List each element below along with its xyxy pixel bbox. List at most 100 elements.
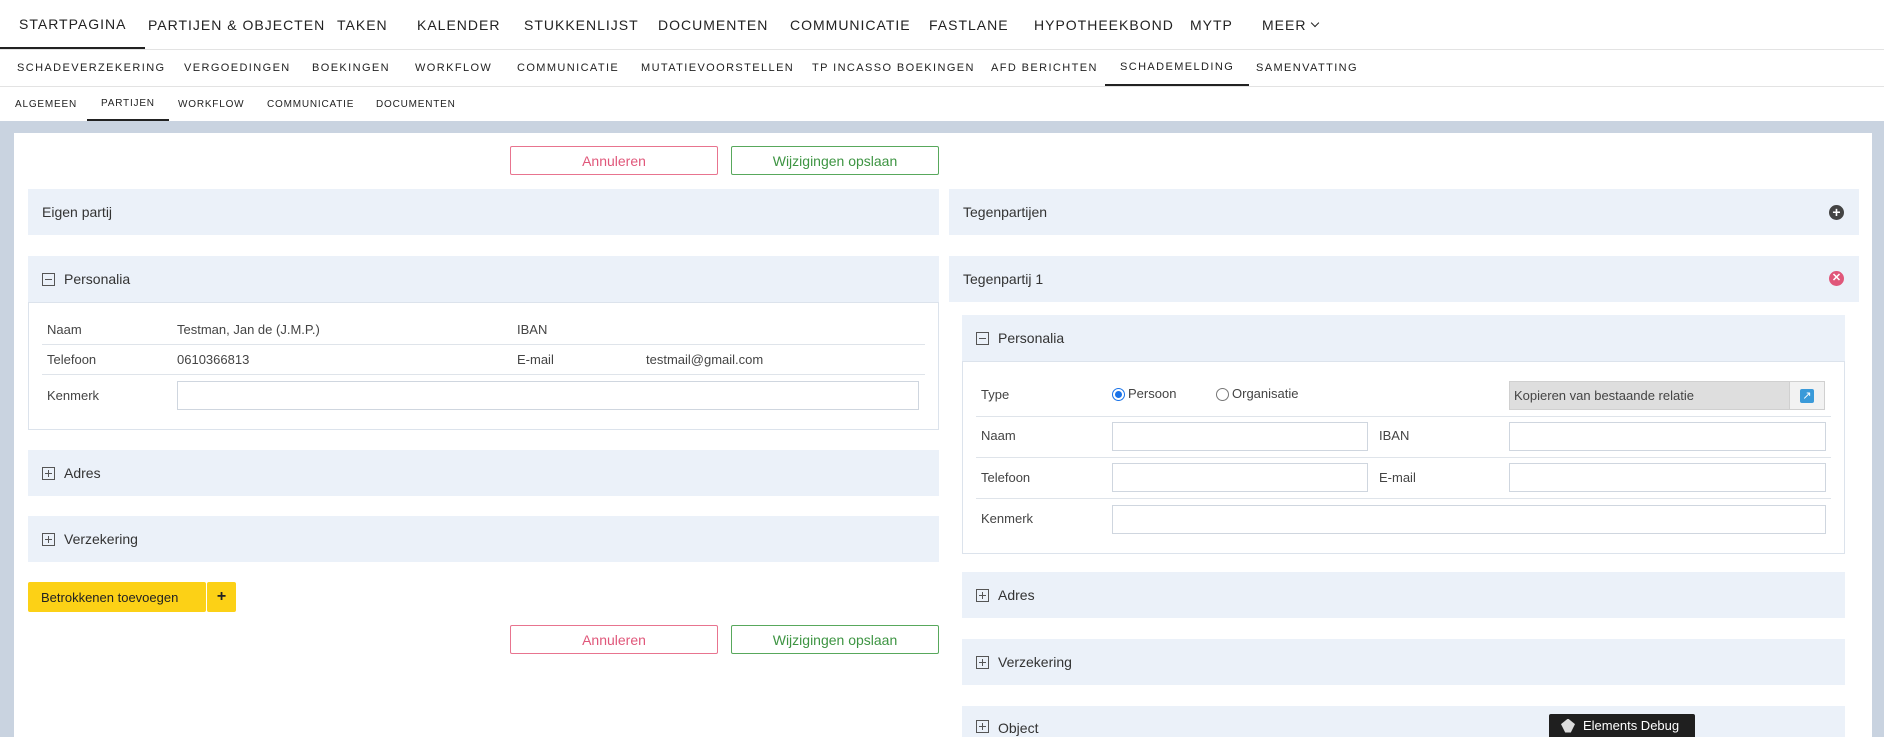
- label-iban: IBAN: [517, 322, 548, 337]
- plus-icon[interactable]: +: [207, 582, 236, 612]
- tab-partijen[interactable]: PARTIJEN: [87, 87, 169, 121]
- naam-input[interactable]: [1112, 422, 1368, 451]
- cancel-button-top[interactable]: Annuleren: [510, 146, 718, 175]
- save-button-bottom[interactable]: Wijzigingen opslaan: [731, 625, 939, 654]
- collapse-icon[interactable]: [976, 331, 989, 345]
- save-button-top[interactable]: Wijzigingen opslaan: [731, 146, 939, 175]
- nav-documenten[interactable]: DOCUMENTEN: [658, 0, 768, 49]
- subnav-afd-berichten[interactable]: AFD BERICHTEN: [991, 50, 1098, 86]
- right-verzekering-title: Verzekering: [998, 654, 1072, 670]
- label-email: E-mail: [1379, 470, 1416, 485]
- tegenpartijen-header: Tegenpartijen: [949, 189, 1859, 235]
- subnav-mutatievoorstellen[interactable]: MUTATIEVOORSTELLEN: [641, 50, 794, 86]
- close-circle-icon[interactable]: ✕: [1829, 271, 1844, 286]
- right-adres-header[interactable]: Adres: [962, 572, 1845, 618]
- sub-navigation: SCHADEVERZEKERING VERGOEDINGEN BOEKINGEN…: [0, 50, 1884, 87]
- right-object-title: Object: [998, 720, 1039, 736]
- label-telefoon: Telefoon: [981, 470, 1031, 485]
- elements-debug-label: Elements Debug: [1583, 718, 1680, 733]
- chevron-down-icon: [1311, 18, 1320, 27]
- nav-kalender[interactable]: KALENDER: [417, 0, 500, 49]
- nav-fastlane[interactable]: FASTLANE: [929, 0, 1009, 49]
- eigen-partij-header: Eigen partij: [28, 189, 939, 235]
- nav-mytp[interactable]: MYTP: [1190, 0, 1233, 49]
- subnav-workflow[interactable]: WORKFLOW: [415, 50, 492, 86]
- subnav-schademelding[interactable]: SCHADEMELDING: [1105, 50, 1250, 86]
- debug-icon: [1561, 718, 1575, 733]
- cancel-button-bottom[interactable]: Annuleren: [510, 625, 718, 654]
- expand-icon[interactable]: [976, 588, 989, 602]
- value-naam: Testman, Jan de (J.M.P.): [177, 322, 320, 337]
- nav-meer[interactable]: MEER: [1262, 0, 1320, 49]
- nav-hypotheekbond[interactable]: HYPOTHEEKBOND: [1034, 0, 1174, 49]
- tegenpartijen-title: Tegenpartijen: [963, 204, 1048, 220]
- value-email: testmail@gmail.com: [646, 352, 764, 367]
- row-divider: [976, 457, 1831, 458]
- expand-icon[interactable]: [42, 466, 55, 480]
- label-telefoon: Telefoon: [47, 352, 97, 367]
- label-iban: IBAN: [1379, 428, 1410, 443]
- left-personalia-title: Personalia: [64, 271, 131, 287]
- subnav-schadeverzekering[interactable]: SCHADEVERZEKERING: [17, 50, 166, 86]
- tegenpartij-1-title: Tegenpartij 1: [963, 271, 1044, 287]
- nav-communicatie[interactable]: COMMUNICATIE: [790, 0, 911, 49]
- label-kenmerk: Kenmerk: [47, 388, 100, 403]
- tab-workflow[interactable]: WORKFLOW: [178, 87, 244, 121]
- label-naam: Naam: [981, 428, 1016, 443]
- plus-circle-icon[interactable]: +: [1829, 205, 1844, 220]
- organisatie-radio[interactable]: [1216, 388, 1229, 401]
- nav-partijen-objecten[interactable]: PARTIJEN & OBJECTEN: [148, 0, 325, 49]
- iban-input[interactable]: [1509, 422, 1826, 451]
- external-link-icon: ↗: [1800, 388, 1814, 403]
- left-personalia-header[interactable]: Personalia: [28, 256, 939, 302]
- tab-documenten[interactable]: DOCUMENTEN: [376, 87, 456, 121]
- kenmerk-input-right[interactable]: [1112, 505, 1826, 534]
- right-personalia-header[interactable]: Personalia: [962, 315, 1845, 361]
- label-type: Type: [981, 387, 1010, 402]
- subnav-tp-incasso-boekingen[interactable]: TP INCASSO BOEKINGEN: [812, 50, 975, 86]
- kopieren-relatie-field[interactable]: Kopieren van bestaande relatie: [1509, 381, 1790, 410]
- telefoon-input[interactable]: [1112, 463, 1368, 492]
- betrokkenen-toevoegen-button[interactable]: Betrokkenen toevoegen: [28, 582, 206, 612]
- right-object-header[interactable]: Object: [962, 706, 1845, 737]
- nav-startpagina[interactable]: STARTPAGINA: [0, 0, 146, 49]
- nav-taken[interactable]: TAKEN: [337, 0, 388, 49]
- label-naam: Naam: [47, 322, 82, 337]
- nav-meer-label: MEER: [1262, 16, 1307, 33]
- email-input[interactable]: [1509, 463, 1826, 492]
- right-personalia-title: Personalia: [998, 330, 1065, 346]
- left-verzekering-title: Verzekering: [64, 531, 138, 547]
- left-adres-title: Adres: [64, 465, 101, 481]
- row-divider: [42, 344, 925, 345]
- right-adres-title: Adres: [998, 587, 1035, 603]
- label-email: E-mail: [517, 352, 554, 367]
- kenmerk-input[interactable]: [177, 381, 919, 410]
- persoon-label[interactable]: Persoon: [1128, 386, 1176, 401]
- copy-relation-button[interactable]: ↗: [1789, 381, 1825, 410]
- persoon-radio[interactable]: [1112, 388, 1125, 401]
- row-divider: [976, 416, 1831, 417]
- expand-icon[interactable]: [976, 720, 989, 733]
- subnav-boekingen[interactable]: BOEKINGEN: [312, 50, 390, 86]
- elements-debug-toolbar[interactable]: Elements Debug: [1549, 714, 1695, 737]
- expand-icon[interactable]: [976, 655, 989, 669]
- subnav-vergoedingen[interactable]: VERGOEDINGEN: [184, 50, 291, 86]
- main-navigation: STARTPAGINA PARTIJEN & OBJECTEN TAKEN KA…: [0, 0, 1884, 50]
- row-divider: [976, 498, 1831, 499]
- organisatie-label[interactable]: Organisatie: [1232, 386, 1298, 401]
- expand-icon[interactable]: [42, 532, 55, 546]
- collapse-icon[interactable]: [42, 272, 55, 286]
- tegenpartij-1-header: Tegenpartij 1: [949, 256, 1859, 302]
- label-kenmerk: Kenmerk: [981, 511, 1034, 526]
- left-verzekering-header[interactable]: Verzekering: [28, 516, 939, 562]
- tab-navigation: ALGEMEEN PARTIJEN WORKFLOW COMMUNICATIE …: [0, 87, 1884, 121]
- eigen-partij-title: Eigen partij: [42, 204, 113, 220]
- right-verzekering-header[interactable]: Verzekering: [962, 639, 1845, 685]
- left-adres-header[interactable]: Adres: [28, 450, 939, 496]
- left-personalia-body: [28, 302, 939, 430]
- subnav-communicatie[interactable]: COMMUNICATIE: [517, 50, 619, 86]
- subnav-samenvatting[interactable]: SAMENVATTING: [1256, 50, 1358, 86]
- tab-algemeen[interactable]: ALGEMEEN: [15, 87, 77, 121]
- nav-stukkenlijst[interactable]: STUKKENLIJST: [524, 0, 639, 49]
- tab-communicatie[interactable]: COMMUNICATIE: [267, 87, 354, 121]
